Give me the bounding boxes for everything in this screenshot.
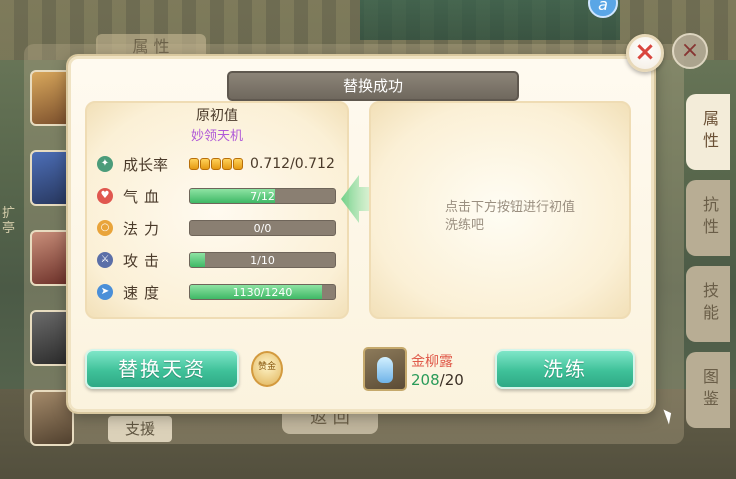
original-values-panel: 原初值 妙领天机 ✦ 成长率 0.712/0.712 ♥ 气血 7/12 ○ 法… (85, 101, 349, 319)
growth-label: 成长率 (123, 155, 169, 174)
sword-icon: ⚔ (97, 252, 113, 268)
item-name: 金柳露 (411, 354, 453, 370)
refine-hint: 点击下方按钮进行初值洗练吧 (445, 200, 576, 233)
speed-bar: 1130/1240 (189, 284, 336, 300)
atk-row: ⚔ 攻击 1/10 (97, 249, 337, 271)
mp-value: 0/0 (253, 222, 272, 235)
refine-result-panel: 点击下方按钮进行初值洗练吧 (369, 101, 631, 319)
refine-dialog: 替换成功 原初值 妙领天机 ✦ 成长率 0.712/0.712 ♥ 气血 7/1… (68, 56, 654, 412)
heart-icon: ♥ (97, 188, 113, 204)
speed-row: ➤ 速度 1130/1240 (97, 281, 337, 303)
atk-label: 攻击 (123, 251, 166, 270)
speed-value: 1130/1240 (232, 286, 293, 299)
item-slot[interactable] (363, 347, 407, 391)
hp-bar: 7/12 (189, 188, 336, 204)
underlying-support-button: 支援 (108, 416, 172, 442)
refine-button[interactable]: 洗练 (495, 349, 635, 389)
item-count: 208/20 (411, 371, 464, 389)
praise-badge-icon[interactable]: 赞金 (251, 351, 283, 387)
mp-label: 法力 (123, 219, 166, 238)
item-have: 208 (411, 371, 440, 389)
wings-icon: ✦ (97, 156, 113, 172)
background-roof (360, 0, 620, 40)
growth-pip (211, 158, 221, 170)
side-text: 扩 亭 (2, 206, 16, 236)
growth-row: ✦ 成长率 0.712/0.712 (97, 153, 337, 175)
growth-pip (189, 158, 199, 170)
atk-bar: 1/10 (189, 252, 336, 268)
original-values-title: 原初值 (196, 108, 238, 124)
growth-pip (200, 158, 210, 170)
tab-attributes: 属性 (686, 94, 730, 170)
growth-value: 0.712/0.712 (250, 156, 335, 172)
atk-value: 1/10 (250, 254, 275, 267)
tab-skills: 技能 (686, 266, 730, 342)
growth-pip (222, 158, 232, 170)
hp-row: ♥ 气血 7/12 (97, 185, 337, 207)
speed-label: 速度 (123, 283, 166, 302)
mp-row: ○ 法力 0/0 (97, 217, 337, 239)
tab-resistance: 抗性 (686, 180, 730, 256)
item-need: /20 (439, 371, 464, 389)
hp-label: 气血 (123, 187, 166, 206)
dialog-header: 替换成功 (227, 71, 519, 101)
growth-stars (189, 158, 244, 170)
underlying-close-icon: × (672, 33, 708, 69)
original-values-subtitle: 妙领天机 (190, 129, 243, 144)
replace-aptitude-button[interactable]: 替换天资 (85, 349, 239, 389)
tab-codex: 图鉴 (686, 352, 730, 428)
right-tab-bar: 属性 抗性 技能 图鉴 (686, 94, 736, 438)
mp-bar: 0/0 (189, 220, 336, 236)
close-icon[interactable]: × (626, 34, 664, 72)
growth-pip (233, 158, 243, 170)
ring-icon: ○ (97, 220, 113, 236)
hp-value: 7/12 (250, 190, 275, 203)
boot-icon: ➤ (97, 284, 113, 300)
vase-icon (377, 357, 393, 383)
